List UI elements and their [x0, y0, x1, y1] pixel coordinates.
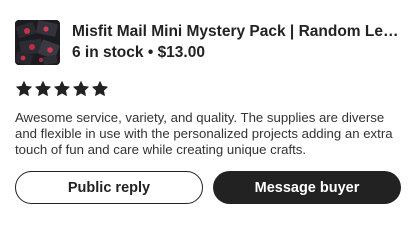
star-icon — [16, 81, 32, 96]
product-thumbnail[interactable] — [15, 20, 60, 65]
listing-title[interactable]: Misfit Mail Mini Mystery Pack | Random L… — [72, 22, 402, 42]
stock-count: 6 in stock — [72, 44, 144, 61]
meta-separator: • — [147, 44, 154, 61]
star-icon — [35, 81, 51, 96]
message-buyer-button[interactable]: Message buyer — [213, 171, 401, 204]
star-rating — [16, 81, 108, 97]
product-thumbnail-image — [15, 20, 60, 65]
listing-meta: 6 in stock • $13.00 — [72, 43, 205, 63]
star-icon — [73, 81, 89, 96]
review-card: Misfit Mail Mini Mystery Pack | Random L… — [0, 0, 416, 248]
star-icon — [92, 81, 108, 96]
review-text: Awesome service, variety, and quality. T… — [15, 110, 393, 157]
public-reply-button[interactable]: Public reply — [15, 171, 203, 204]
listing-price: $13.00 — [157, 44, 205, 61]
star-icon — [54, 81, 70, 96]
listing-row[interactable]: Misfit Mail Mini Mystery Pack | Random L… — [15, 20, 407, 66]
